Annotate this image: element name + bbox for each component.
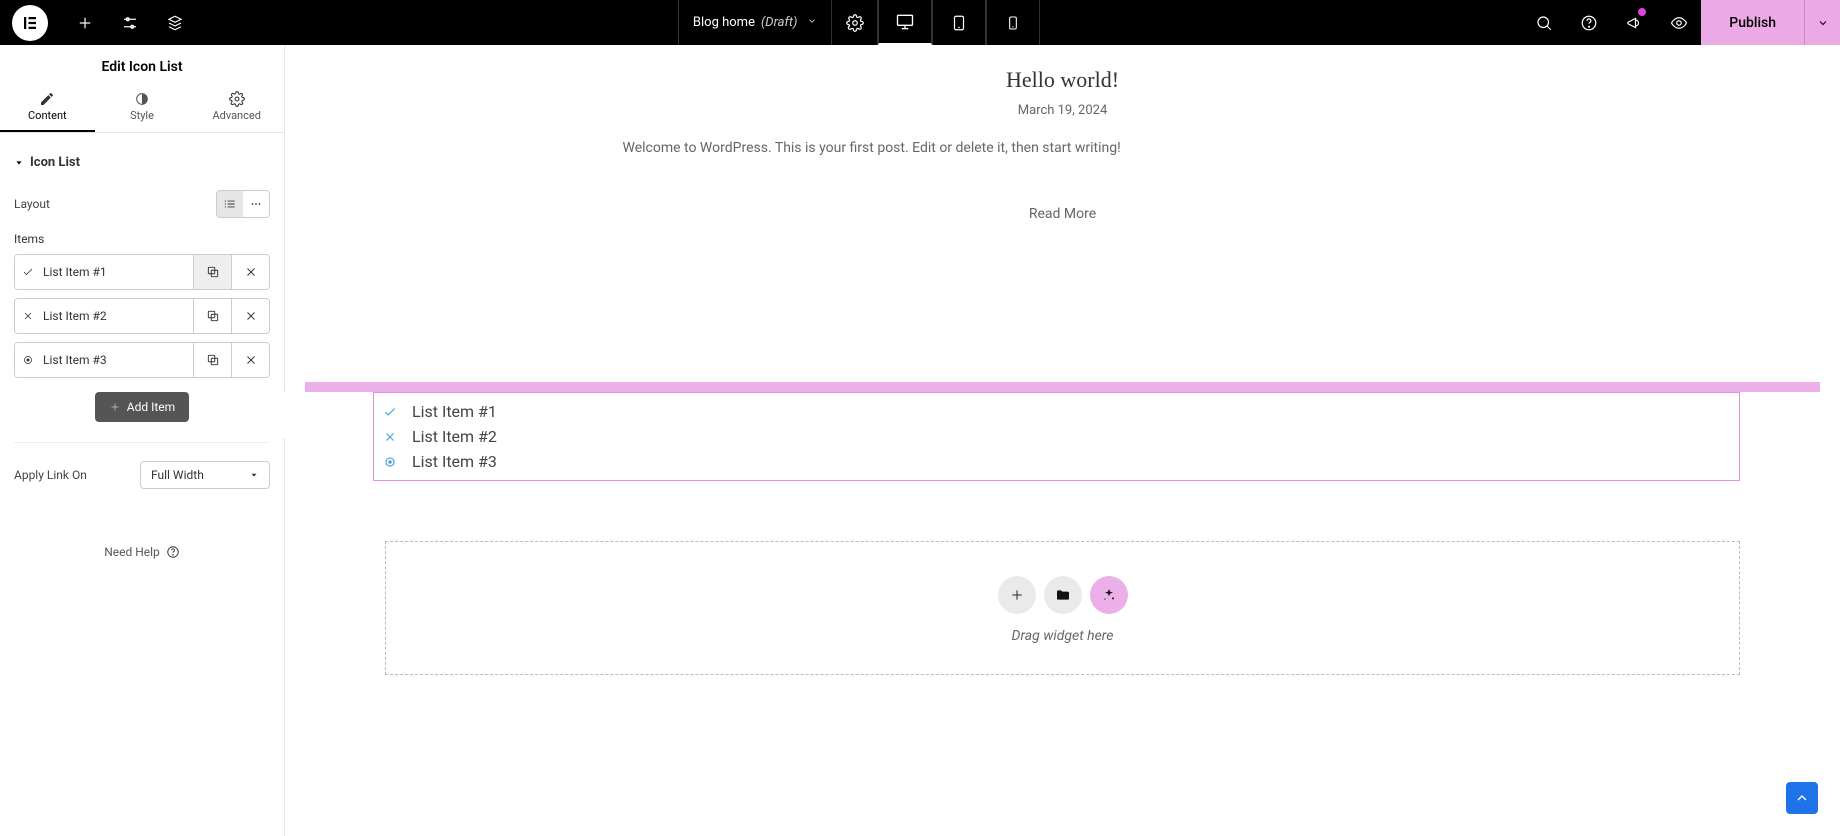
- layout-option-inline[interactable]: [243, 191, 269, 217]
- apply-link-label: Apply Link On: [14, 468, 87, 482]
- apply-link-select[interactable]: Full Width: [140, 461, 270, 489]
- elementor-logo[interactable]: [12, 5, 48, 41]
- chevron-down-icon: [807, 15, 817, 30]
- list-item-label: List Item #1: [41, 265, 193, 279]
- help-button[interactable]: [1566, 0, 1611, 45]
- caret-down-icon: [249, 470, 259, 480]
- duplicate-item-button[interactable]: [193, 299, 231, 333]
- read-more-link[interactable]: Read More: [1029, 206, 1096, 222]
- check-icon: [382, 405, 398, 419]
- list-item-row[interactable]: List Item #3: [14, 342, 270, 378]
- pencil-icon: [0, 91, 95, 107]
- icon-list-item[interactable]: List Item #1: [382, 399, 1731, 424]
- list-item-row[interactable]: List Item #2: [14, 298, 270, 334]
- tab-advanced[interactable]: Advanced: [189, 85, 284, 132]
- whats-new-button[interactable]: [1611, 0, 1656, 45]
- document-title-dropdown[interactable]: Blog home (Draft): [678, 0, 832, 45]
- preview-button[interactable]: [1656, 0, 1701, 45]
- gear-icon: [189, 91, 284, 107]
- plus-icon: [1009, 587, 1025, 603]
- folder-icon: [1055, 587, 1071, 603]
- document-name: Blog home: [693, 15, 755, 30]
- tab-style[interactable]: Style: [95, 85, 190, 132]
- document-state: (Draft): [761, 15, 797, 30]
- dropzone-hint: Drag widget here: [386, 628, 1739, 644]
- dots-icon: [249, 197, 263, 211]
- sparkle-icon: [1101, 587, 1117, 603]
- structure-button[interactable]: [152, 14, 197, 32]
- add-section-button[interactable]: [998, 576, 1036, 614]
- close-icon: [15, 310, 41, 322]
- apply-link-value: Full Width: [151, 468, 204, 482]
- contrast-icon: [95, 91, 190, 107]
- need-help-link[interactable]: Need Help: [14, 545, 270, 559]
- need-help-label: Need Help: [104, 545, 160, 559]
- scroll-to-top-button[interactable]: [1786, 782, 1818, 814]
- sidebar-title: Edit Icon List: [0, 45, 284, 85]
- publish-options-dropdown[interactable]: [1804, 0, 1840, 45]
- editor-sidebar: Edit Icon List Content Style Advanced Ic…: [0, 45, 285, 836]
- page-settings-button[interactable]: [832, 0, 878, 45]
- layout-label: Layout: [14, 197, 50, 211]
- site-settings-button[interactable]: [107, 14, 152, 32]
- add-item-button[interactable]: Add Item: [95, 392, 189, 422]
- finder-search-button[interactable]: [1521, 0, 1566, 45]
- icon-list-item[interactable]: List Item #2: [382, 424, 1731, 449]
- post-title[interactable]: Hello world!: [623, 67, 1503, 93]
- mobile-view[interactable]: [986, 0, 1040, 45]
- tab-content-label: Content: [28, 109, 67, 122]
- editor-canvas[interactable]: Hello world! March 19, 2024 Welcome to W…: [285, 45, 1840, 836]
- dot-circle-icon: [382, 455, 398, 469]
- icon-list-widget[interactable]: List Item #1 List Item #2 List Item #3: [373, 392, 1740, 481]
- section-header-label: Icon List: [30, 155, 80, 170]
- icon-list-item-label: List Item #3: [412, 452, 497, 471]
- caret-down-icon: [14, 158, 24, 168]
- post-excerpt: Welcome to WordPress. This is your first…: [623, 140, 1503, 156]
- ai-button[interactable]: [1090, 576, 1128, 614]
- remove-item-button[interactable]: [231, 255, 269, 289]
- icon-list-item-label: List Item #1: [412, 402, 497, 421]
- icon-list-item-label: List Item #2: [412, 427, 497, 446]
- notification-dot-icon: [1638, 8, 1646, 16]
- layout-option-vertical[interactable]: [217, 191, 243, 217]
- list-item-row[interactable]: List Item #1: [14, 254, 270, 290]
- section-handle[interactable]: [305, 382, 1820, 392]
- list-item-label: List Item #2: [41, 309, 193, 323]
- topbar: Blog home (Draft): [0, 0, 1840, 45]
- help-icon: [166, 545, 180, 559]
- layout-toggle: [216, 190, 270, 218]
- tab-style-label: Style: [130, 109, 154, 122]
- duplicate-item-button[interactable]: [193, 255, 231, 289]
- list-item-label: List Item #3: [41, 353, 193, 367]
- post-date: March 19, 2024: [623, 103, 1503, 118]
- post-preview: Hello world! March 19, 2024 Welcome to W…: [623, 67, 1503, 222]
- plus-icon: [109, 401, 121, 413]
- list-icon: [223, 197, 237, 211]
- add-item-label: Add Item: [127, 400, 175, 414]
- empty-section-dropzone[interactable]: Drag widget here: [385, 541, 1740, 675]
- tab-content[interactable]: Content: [0, 85, 95, 132]
- tablet-view[interactable]: [932, 0, 986, 45]
- tab-advanced-label: Advanced: [212, 109, 260, 122]
- remove-item-button[interactable]: [231, 343, 269, 377]
- dot-circle-icon: [15, 354, 41, 366]
- section-icon-list-toggle[interactable]: Icon List: [14, 145, 270, 182]
- icon-list-item[interactable]: List Item #3: [382, 449, 1731, 474]
- add-element-button[interactable]: [62, 14, 107, 32]
- close-icon: [382, 430, 398, 444]
- publish-label: Publish: [1729, 15, 1776, 31]
- publish-button[interactable]: Publish: [1701, 0, 1804, 45]
- duplicate-item-button[interactable]: [193, 343, 231, 377]
- remove-item-button[interactable]: [231, 299, 269, 333]
- add-template-button[interactable]: [1044, 576, 1082, 614]
- desktop-view[interactable]: [878, 0, 932, 45]
- check-icon: [15, 266, 41, 278]
- chevron-up-icon: [1794, 790, 1810, 806]
- items-label: Items: [14, 226, 270, 254]
